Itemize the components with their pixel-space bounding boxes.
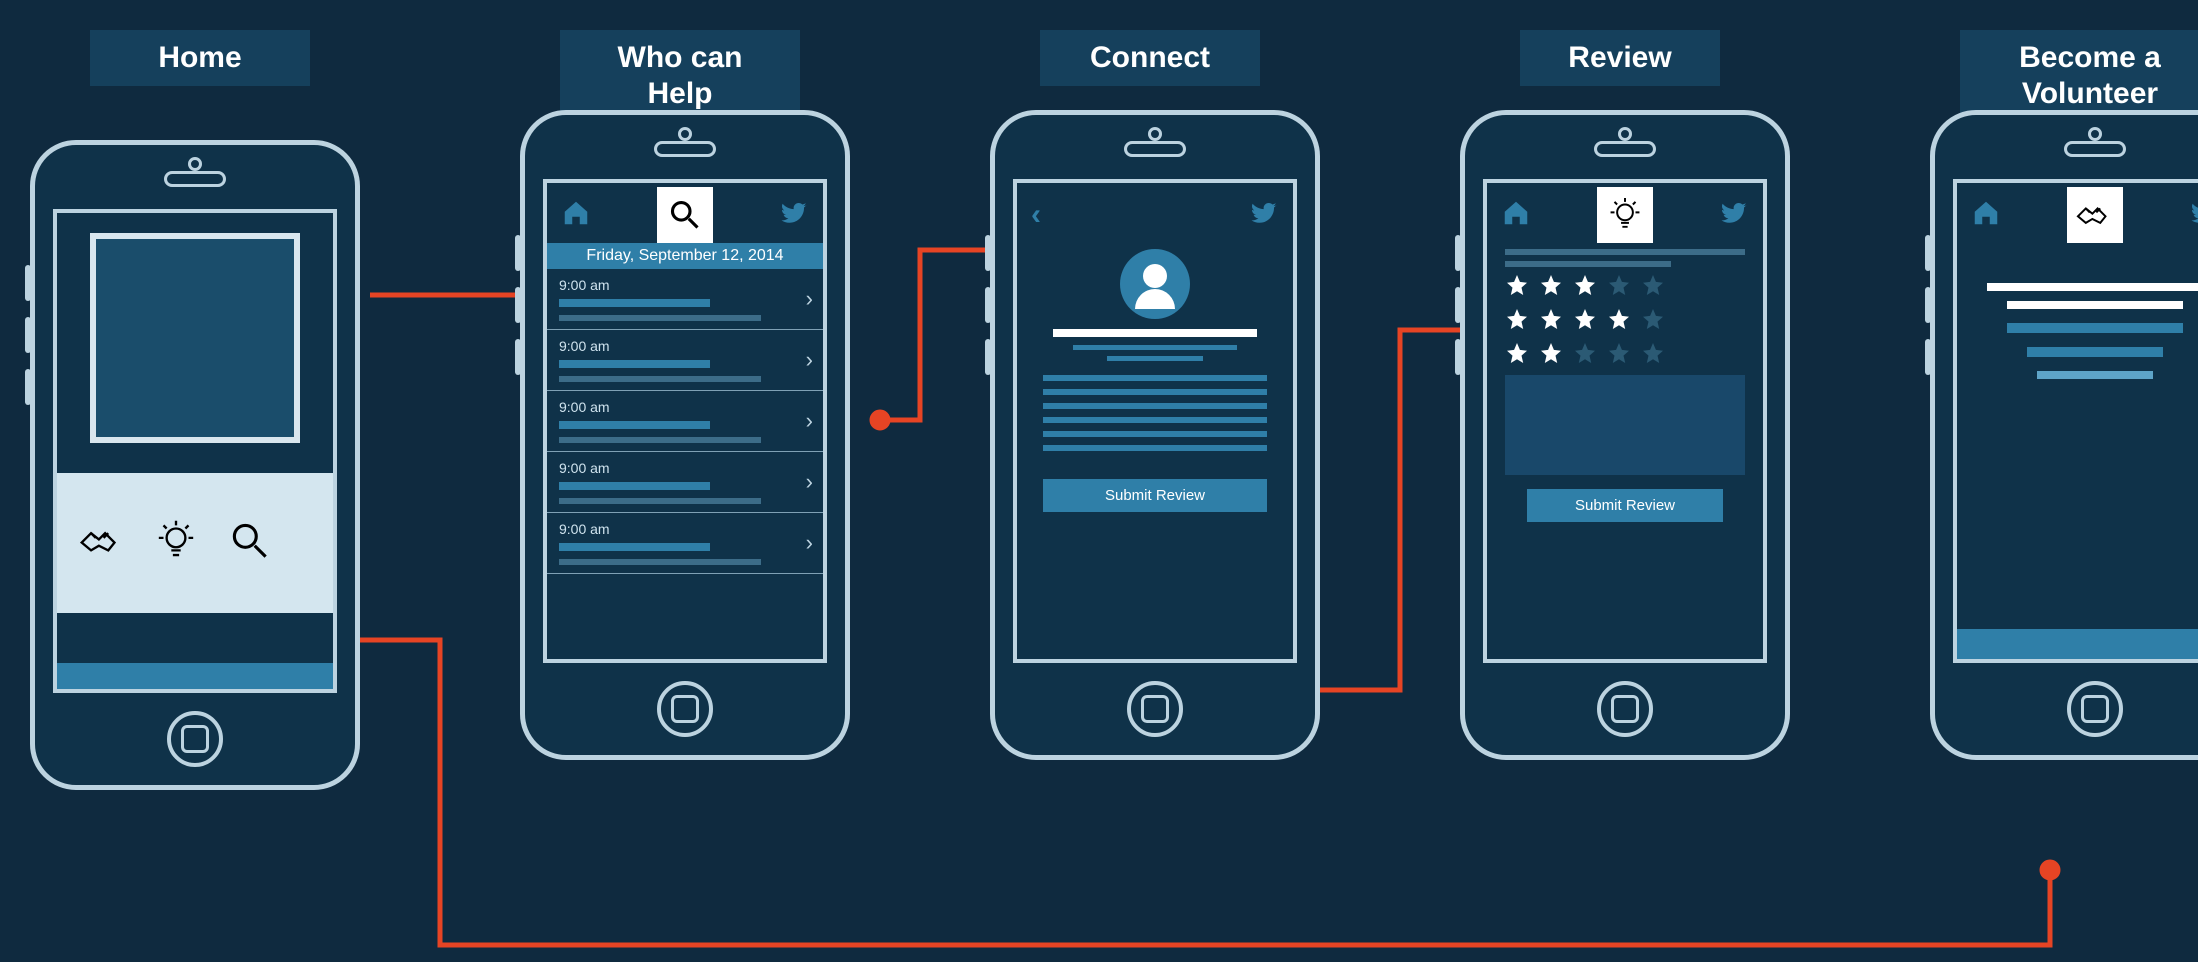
- schedule-slot[interactable]: 9:00 am ›: [547, 269, 823, 330]
- phone-home-button[interactable]: [657, 681, 713, 737]
- twitter-icon[interactable]: [1719, 198, 1749, 233]
- chevron-right-icon: ›: [806, 286, 813, 312]
- chevron-right-icon: ›: [806, 408, 813, 434]
- slot-bar: [559, 543, 710, 551]
- slot-time: 9:00 am: [559, 460, 811, 476]
- handshake-icon[interactable]: [2067, 187, 2123, 243]
- star-icon[interactable]: [1539, 273, 1563, 297]
- star-icon[interactable]: [1573, 341, 1597, 365]
- chevron-left-icon[interactable]: ‹: [1031, 198, 1041, 232]
- star-icon[interactable]: [1641, 341, 1665, 365]
- home-icon[interactable]: [561, 198, 591, 233]
- star-icon[interactable]: [1641, 307, 1665, 331]
- screen-home: [53, 209, 337, 693]
- phone-volunteer: [1930, 110, 2198, 760]
- star-icon[interactable]: [1505, 307, 1529, 331]
- submit-review-button[interactable]: Submit Review: [1527, 489, 1723, 522]
- home-icon[interactable]: [1971, 198, 2001, 233]
- slot-bar-sub: [559, 376, 761, 382]
- slot-bar-sub: [559, 498, 761, 504]
- search-icon[interactable]: [657, 187, 713, 243]
- lightbulb-icon[interactable]: [151, 516, 201, 571]
- slot-bar-sub: [559, 559, 761, 565]
- slot-bar: [559, 421, 710, 429]
- phone-home-button[interactable]: [167, 711, 223, 767]
- star-icon[interactable]: [1573, 307, 1597, 331]
- star-icon[interactable]: [1505, 341, 1529, 365]
- phone-connect: ‹ Submit Review: [990, 110, 1320, 760]
- submit-review-button[interactable]: Submit Review: [1043, 479, 1267, 512]
- profile-sub-line: [1073, 345, 1237, 350]
- screen-review: Submit Review: [1483, 179, 1767, 663]
- twitter-icon[interactable]: [1249, 198, 1279, 233]
- chevron-right-icon: ›: [806, 530, 813, 556]
- slot-time: 9:00 am: [559, 521, 811, 537]
- home-footer-bar: [57, 663, 333, 689]
- review-header-line: [1505, 249, 1745, 255]
- slot-bar: [559, 360, 710, 368]
- rating-row[interactable]: [1505, 273, 1745, 297]
- star-icon[interactable]: [1505, 273, 1529, 297]
- profile-description: [1017, 375, 1293, 451]
- phone-who: Friday, September 12, 2014 9:00 am ›9:00…: [520, 110, 850, 760]
- star-icon[interactable]: [1573, 273, 1597, 297]
- profile-avatar: [1120, 249, 1190, 319]
- phone-review: Submit Review: [1460, 110, 1790, 760]
- star-icon[interactable]: [1607, 341, 1631, 365]
- slot-time: 9:00 am: [559, 399, 811, 415]
- volunteer-content: [1957, 283, 2198, 379]
- phone-home: [30, 140, 360, 790]
- handshake-icon[interactable]: [77, 516, 127, 571]
- review-text-box[interactable]: [1505, 375, 1745, 475]
- screen-who: Friday, September 12, 2014 9:00 am ›9:00…: [543, 179, 827, 663]
- star-icon[interactable]: [1641, 273, 1665, 297]
- slot-bar: [559, 482, 710, 490]
- slot-time: 9:00 am: [559, 277, 811, 293]
- review-header-line-short: [1505, 261, 1671, 267]
- chevron-right-icon: ›: [806, 469, 813, 495]
- home-icon[interactable]: [1501, 198, 1531, 233]
- phone-home-button[interactable]: [1597, 681, 1653, 737]
- rating-row[interactable]: [1505, 341, 1745, 365]
- star-icon[interactable]: [1607, 307, 1631, 331]
- schedule-slot[interactable]: 9:00 am ›: [547, 391, 823, 452]
- twitter-icon[interactable]: [779, 198, 809, 233]
- chevron-right-icon: ›: [806, 347, 813, 373]
- slot-bar-sub: [559, 315, 761, 321]
- star-icon[interactable]: [1539, 307, 1563, 331]
- rating-row[interactable]: [1505, 307, 1745, 331]
- slot-bar-sub: [559, 437, 761, 443]
- volunteer-footer-bar: [1957, 629, 2198, 659]
- lightbulb-icon[interactable]: [1597, 187, 1653, 243]
- slot-time: 9:00 am: [559, 338, 811, 354]
- phone-home-button[interactable]: [2067, 681, 2123, 737]
- star-icon[interactable]: [1607, 273, 1631, 297]
- search-icon[interactable]: [225, 516, 275, 571]
- screen-volunteer: [1953, 179, 2198, 663]
- profile-name-line: [1053, 329, 1257, 337]
- home-hero-image: [90, 233, 300, 443]
- screen-connect: ‹ Submit Review: [1013, 179, 1297, 663]
- schedule-slot[interactable]: 9:00 am ›: [547, 330, 823, 391]
- star-icon[interactable]: [1539, 341, 1563, 365]
- date-header: Friday, September 12, 2014: [547, 243, 823, 269]
- schedule-slot[interactable]: 9:00 am ›: [547, 513, 823, 574]
- profile-sub-line-2: [1107, 356, 1203, 361]
- ratings-block: [1505, 273, 1745, 365]
- slot-bar: [559, 299, 710, 307]
- twitter-icon[interactable]: [2189, 198, 2198, 233]
- phone-home-button[interactable]: [1127, 681, 1183, 737]
- home-action-panel: [57, 473, 333, 613]
- schedule-slot[interactable]: 9:00 am ›: [547, 452, 823, 513]
